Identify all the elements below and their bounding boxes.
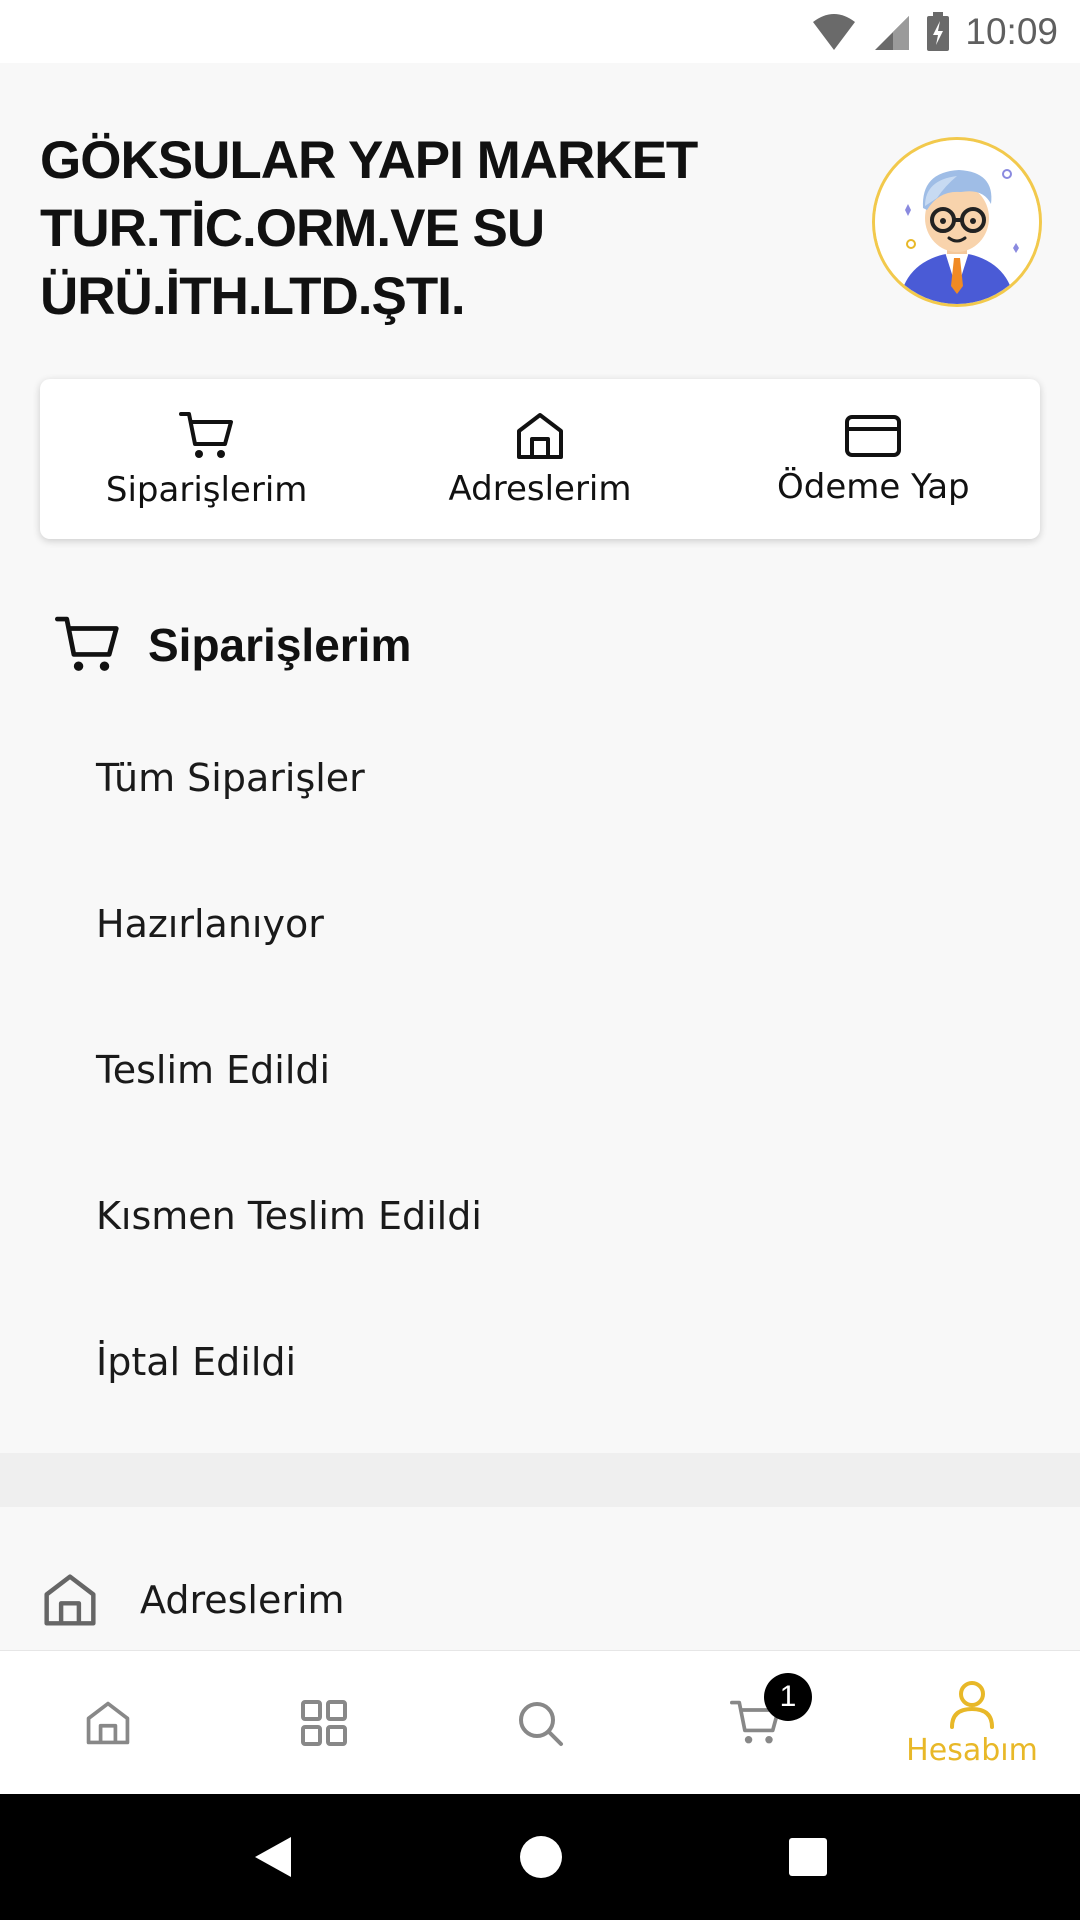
company-name-line-1: GÖKSULAR YAPI MARKET <box>40 131 698 190</box>
addresses-row[interactable]: Adreslerim <box>40 1560 345 1640</box>
nav-categories[interactable] <box>216 1651 432 1795</box>
company-name: GÖKSULAR YAPI MARKET TUR.TİC.ORM.VE SU Ü… <box>40 127 760 331</box>
home-icon <box>86 1701 130 1745</box>
home-icon <box>516 413 563 459</box>
cart-icon <box>55 616 119 671</box>
quick-action-addresses-label: Adreslerim <box>448 469 632 509</box>
bottom-nav: 1 Hesabım <box>0 1650 1080 1795</box>
status-bar: 10:09 <box>0 0 1080 63</box>
cart-badge: 1 <box>764 1673 812 1721</box>
quick-actions-card: Siparişlerim Adreslerim Ödeme Yap <box>40 379 1040 539</box>
orders-list: Tüm Siparişler Hazırlanıyor Teslim Edild… <box>0 705 1080 1435</box>
status-time: 10:09 <box>965 10 1058 52</box>
account-header: GÖKSULAR YAPI MARKET TUR.TİC.ORM.VE SU Ü… <box>0 63 1080 383</box>
orders-section-title: Siparişlerim <box>148 619 412 671</box>
list-item-partially-delivered[interactable]: Kısmen Teslim Edildi <box>0 1143 1080 1289</box>
back-icon[interactable] <box>251 1833 295 1881</box>
recents-icon[interactable] <box>787 1836 829 1878</box>
cell-signal-icon <box>875 15 910 50</box>
nav-account[interactable]: Hesabım <box>864 1651 1080 1795</box>
list-item-all-orders[interactable]: Tüm Siparişler <box>0 705 1080 851</box>
quick-action-orders-label: Siparişlerim <box>105 470 308 510</box>
orders-section-header: Siparişlerim <box>52 605 411 685</box>
quick-action-addresses[interactable]: Adreslerim <box>373 379 706 539</box>
nav-account-label: Hesabım <box>906 1732 1038 1768</box>
company-name-line-2: TUR.TİC.ORM.VE SU <box>40 199 545 258</box>
home-circle-icon[interactable] <box>518 1834 564 1880</box>
quick-action-payment-label: Ödeme Yap <box>777 467 970 507</box>
quick-action-payment[interactable]: Ödeme Yap <box>707 379 1040 539</box>
avatar[interactable] <box>872 137 1042 307</box>
user-icon <box>950 1680 994 1729</box>
home-icon <box>44 1574 96 1626</box>
quick-action-orders[interactable]: Siparişlerim <box>40 379 373 539</box>
wifi-icon <box>813 13 856 50</box>
list-item-preparing[interactable]: Hazırlanıyor <box>0 851 1080 997</box>
section-divider <box>0 1453 1080 1507</box>
list-item-delivered[interactable]: Teslim Edildi <box>0 997 1080 1143</box>
businessman-avatar-icon <box>875 140 1039 304</box>
nav-cart[interactable]: 1 <box>648 1651 864 1795</box>
list-item-cancelled[interactable]: İptal Edildi <box>0 1289 1080 1435</box>
battery-charging-icon <box>927 11 950 51</box>
addresses-label: Adreslerim <box>140 1578 345 1622</box>
nav-search[interactable] <box>432 1651 648 1795</box>
nav-home[interactable] <box>0 1651 216 1795</box>
system-nav-bar <box>0 1794 1080 1920</box>
company-name-line-3: ÜRÜ.İTH.LTD.ŞTI. <box>40 267 466 326</box>
credit-card-icon <box>845 415 902 457</box>
search-icon <box>519 1702 563 1746</box>
cart-icon <box>178 412 233 458</box>
grid-icon <box>301 1700 347 1746</box>
